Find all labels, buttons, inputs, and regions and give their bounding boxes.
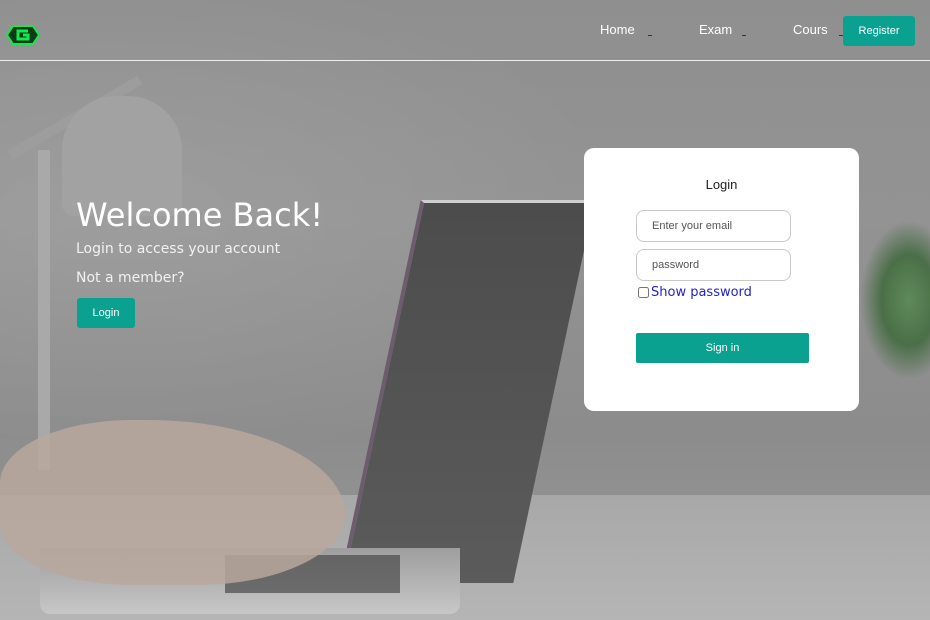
not-member-text: Not a member?: [76, 270, 185, 286]
show-password-checkbox[interactable]: [638, 287, 649, 298]
login-card: Login Show password Sign in: [584, 148, 859, 411]
hexagon-g-logo-icon[interactable]: [6, 25, 40, 45]
nav-link-exam-underline: [742, 35, 746, 36]
email-input[interactable]: [636, 210, 791, 242]
welcome-heading: Welcome Back!: [76, 196, 324, 234]
navbar: Home Exam Cours Register: [0, 0, 930, 61]
nav-link-home[interactable]: Home: [600, 22, 635, 37]
plant: [860, 220, 930, 380]
nav-link-cours[interactable]: Cours: [793, 22, 828, 37]
nav-link-home-underline: [648, 35, 652, 36]
login-card-title: Login: [705, 177, 738, 192]
welcome-subtitle: Login to access your account: [76, 241, 281, 257]
sign-in-button[interactable]: Sign in: [636, 333, 809, 363]
typing-hands: [0, 420, 345, 585]
register-button[interactable]: Register: [843, 16, 915, 46]
show-password-row: Show password: [638, 285, 752, 300]
show-password-label[interactable]: Show password: [651, 285, 752, 300]
hero-login-button[interactable]: Login: [77, 298, 135, 328]
password-input[interactable]: [636, 249, 791, 281]
desk-lamp-pole: [38, 150, 50, 470]
nav-link-exam[interactable]: Exam: [699, 22, 732, 37]
